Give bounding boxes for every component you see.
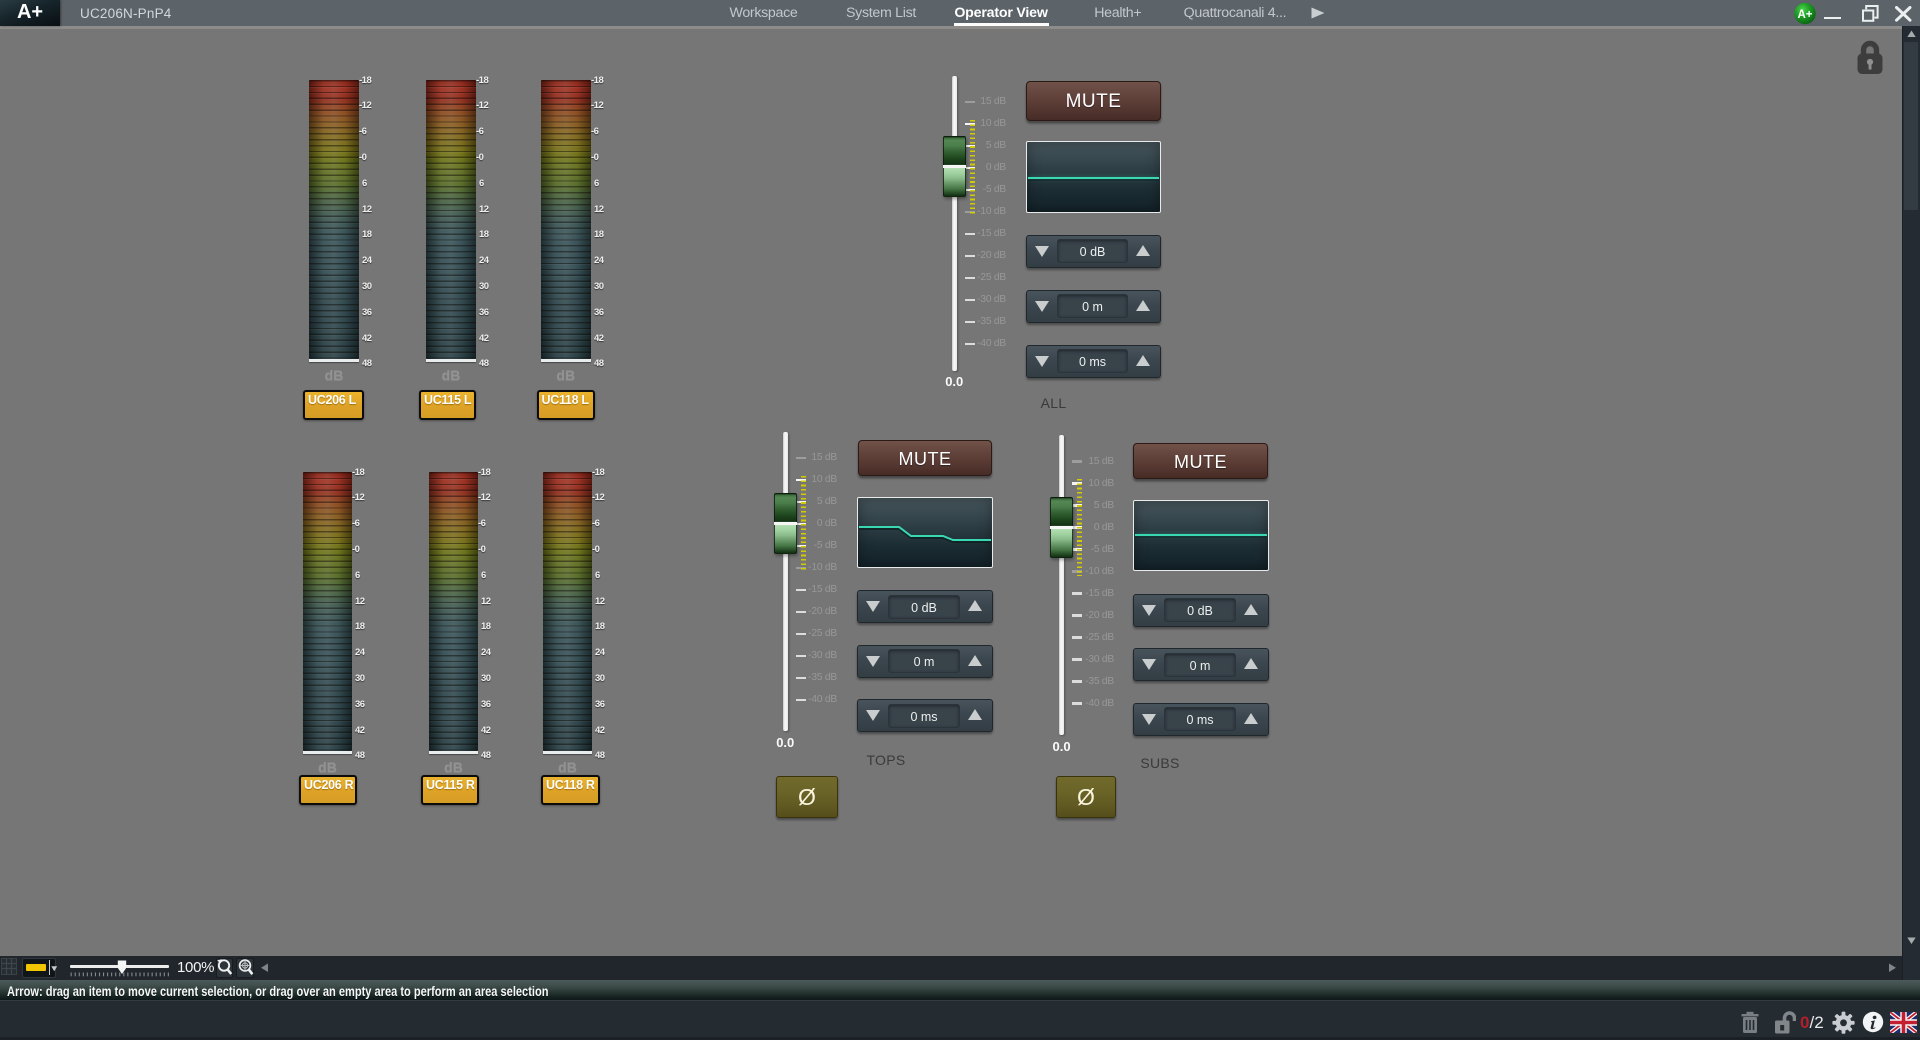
svg-text:A+: A+ xyxy=(1797,9,1812,21)
